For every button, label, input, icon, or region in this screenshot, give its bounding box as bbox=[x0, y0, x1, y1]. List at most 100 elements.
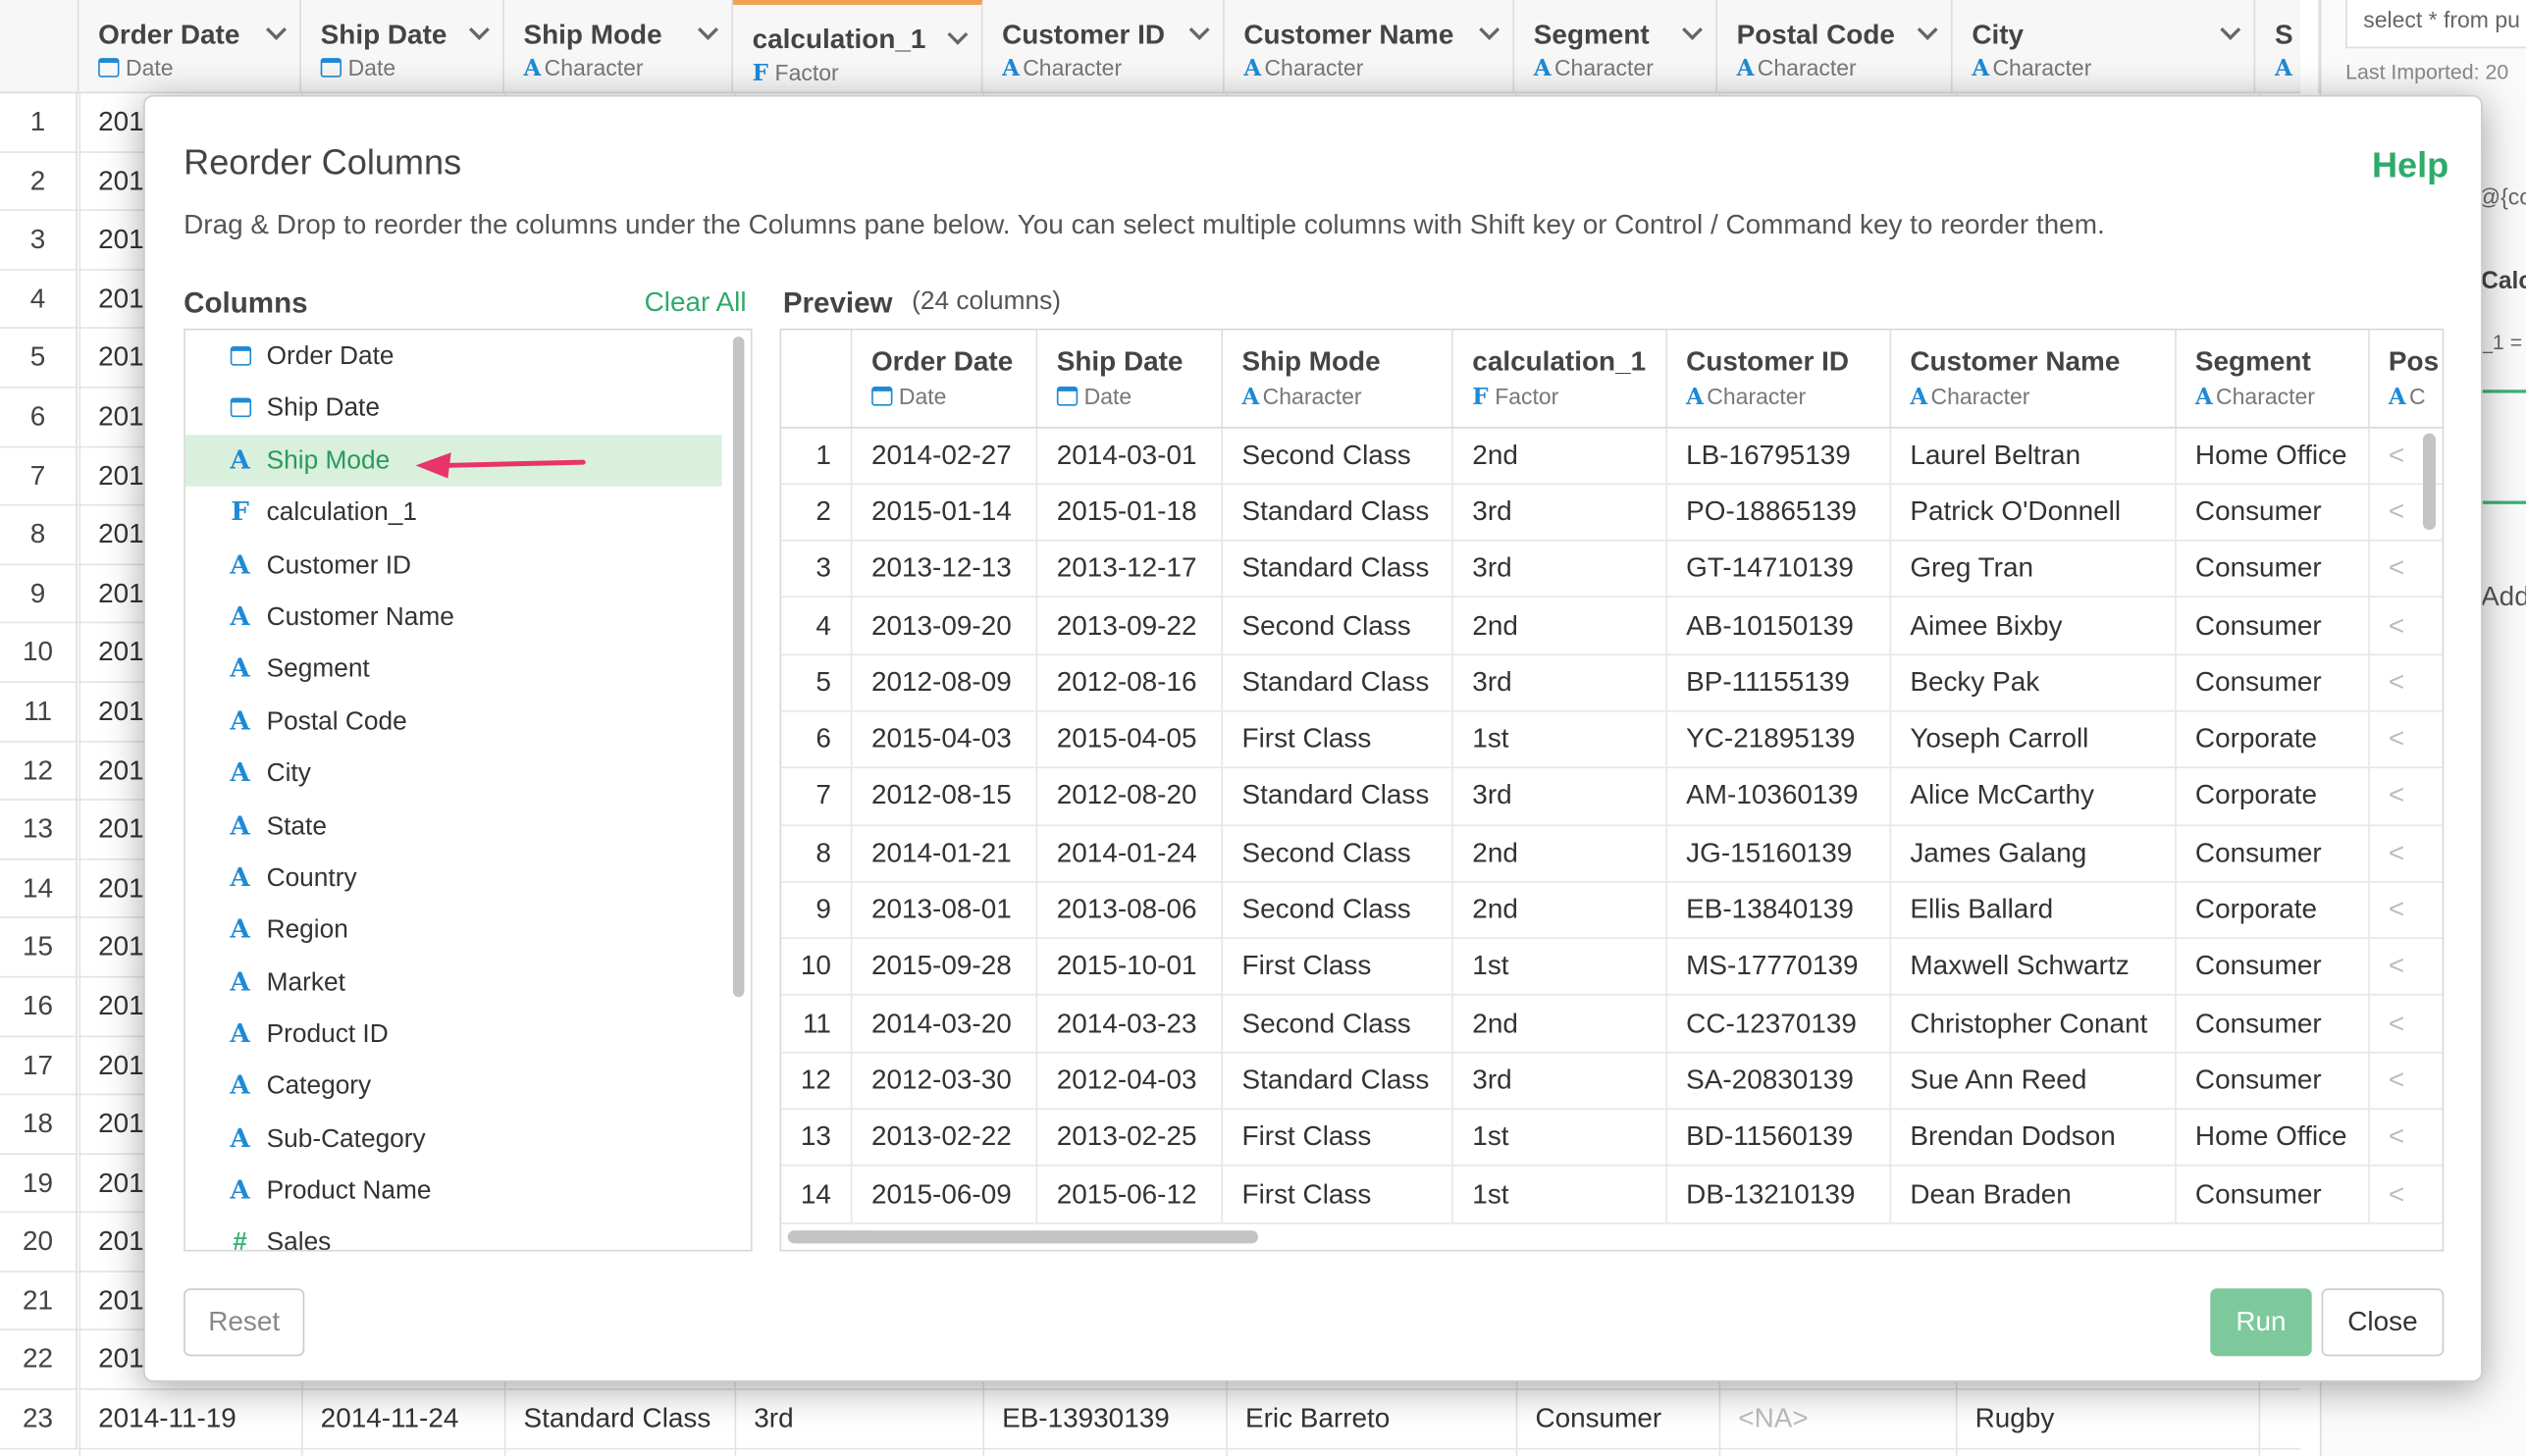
clear-all-button[interactable]: Clear All bbox=[645, 286, 747, 319]
sql-query-preview[interactable]: select * from pu bbox=[2345, 0, 2526, 49]
cell: Consumer bbox=[2175, 1166, 2370, 1224]
row-number: 4 bbox=[781, 597, 853, 655]
column-list-item[interactable]: A Customer ID bbox=[185, 539, 722, 591]
cell: Greg Tran bbox=[1889, 540, 2177, 598]
column-header[interactable]: Customer Name A Character bbox=[1225, 0, 1515, 94]
column-header[interactable]: Order Date Date bbox=[79, 0, 301, 94]
cell: 2013-09-22 bbox=[1036, 597, 1223, 655]
preview-row: 1 2014-02-27 2014-03-01 Second Class 2nd LB-1… bbox=[781, 427, 2443, 485]
cell: 2nd bbox=[1451, 427, 1667, 485]
column-list-item[interactable]: # Sales bbox=[185, 1217, 722, 1250]
cell: < bbox=[2368, 540, 2443, 598]
character-type-icon: A bbox=[1002, 56, 1020, 82]
row-number: 1 bbox=[781, 427, 853, 485]
run-button[interactable]: Run bbox=[2210, 1288, 2312, 1357]
cell: BD-11560139 bbox=[1665, 1109, 1891, 1168]
column-header[interactable]: Postal Code A Character bbox=[1717, 0, 1953, 94]
column-list-item[interactable]: A Sub-Category bbox=[185, 1113, 722, 1165]
column-list-item[interactable]: A Postal Code bbox=[185, 696, 722, 748]
cell: 2nd bbox=[1451, 824, 1667, 883]
cell: 3rd bbox=[1451, 483, 1667, 542]
column-list-item[interactable]: A City bbox=[185, 748, 722, 800]
cell: < bbox=[2368, 653, 2443, 712]
cell: 2015-09-28 bbox=[851, 938, 1038, 997]
cell: Patrick O'Donnell bbox=[1889, 483, 2177, 542]
column-header[interactable]: Segment A Character bbox=[1514, 0, 1717, 94]
cell: SA-20830139 bbox=[1665, 1052, 1891, 1111]
column-type: Date bbox=[320, 55, 503, 80]
help-link[interactable]: Help bbox=[2372, 145, 2448, 187]
column-list-item[interactable]: A Customer Name bbox=[185, 591, 722, 643]
column-header[interactable]: Customer ID A Character bbox=[982, 0, 1225, 94]
cell: Second Class bbox=[1222, 995, 1453, 1054]
row-number: 7 bbox=[781, 767, 853, 826]
cell: Ellis Ballard bbox=[1889, 881, 2177, 940]
column-type: A Character bbox=[1686, 384, 1869, 411]
column-list-item[interactable]: A Product ID bbox=[185, 1009, 722, 1061]
columns-pane-title: Columns bbox=[184, 286, 308, 320]
cell: 2013-02-25 bbox=[1036, 1109, 1223, 1168]
screen: Order Date Date Ship Date Date Ship Mode A Cha… bbox=[0, 0, 2526, 1456]
column-list-item[interactable]: A Market bbox=[185, 957, 722, 1009]
character-type-icon: A bbox=[1910, 385, 1928, 411]
calendar-icon bbox=[870, 386, 893, 406]
cell: 3rd bbox=[1451, 767, 1667, 826]
preview-row: 9 2013-08-01 2013-08-06 Second Class 2nd EB-1… bbox=[781, 881, 2443, 940]
character-type-icon: A bbox=[230, 965, 250, 997]
character-type-icon: A bbox=[230, 1017, 250, 1049]
add-step-label[interactable]: Add bbox=[2481, 582, 2526, 614]
column-list-item[interactable]: Order Date bbox=[185, 331, 722, 383]
preview-column-header: Segment A Character bbox=[2175, 330, 2370, 428]
row-number: 21 bbox=[0, 1272, 78, 1330]
column-list-label: Customer ID bbox=[266, 551, 412, 580]
column-header[interactable]: Ship Date Date bbox=[301, 0, 504, 94]
column-type-label: Character bbox=[1707, 383, 1807, 409]
preview-row: 7 2012-08-15 2012-08-20 Standard Class 3rd AM… bbox=[781, 767, 2443, 826]
cell: 201 bbox=[98, 459, 144, 491]
cell: 2012-08-20 bbox=[1036, 767, 1223, 826]
preview-horizontal-scrollbar[interactable] bbox=[787, 1230, 1259, 1244]
cell: 2nd bbox=[1451, 597, 1667, 655]
column-list-item[interactable]: A Region bbox=[185, 904, 722, 956]
column-type-label: Date bbox=[898, 383, 947, 409]
cell: EB-13840139 bbox=[1665, 881, 1891, 940]
preview-vertical-scrollbar[interactable] bbox=[2422, 433, 2437, 531]
cell: < bbox=[2368, 881, 2443, 940]
reset-button[interactable]: Reset bbox=[184, 1288, 305, 1357]
column-list-item[interactable]: A Segment bbox=[185, 644, 722, 696]
cell: 201 bbox=[98, 283, 144, 314]
column-type-label: Character bbox=[1992, 54, 2092, 81]
factor-type-icon: F bbox=[231, 495, 249, 528]
cell: First Class bbox=[1222, 1109, 1453, 1168]
cell: 201 bbox=[98, 1225, 144, 1257]
column-list-item[interactable]: A State bbox=[185, 800, 722, 852]
cell: 201 bbox=[98, 518, 144, 550]
cell: Brendan Dodson bbox=[1889, 1109, 2177, 1168]
column-list-item[interactable]: A Country bbox=[185, 852, 722, 904]
cell: AB-10150139 bbox=[1665, 597, 1891, 655]
cell: First Class bbox=[1222, 938, 1453, 997]
column-list-item[interactable]: A Product Name bbox=[185, 1165, 722, 1217]
columns-list-scrollbar[interactable] bbox=[732, 337, 745, 998]
cell: < bbox=[2368, 1052, 2443, 1111]
preview-row: 3 2013-12-13 2013-12-17 Standard Class 3rd GT… bbox=[781, 540, 2443, 598]
character-type-icon: A bbox=[230, 600, 250, 632]
column-header[interactable]: City A Character bbox=[1953, 0, 2256, 94]
column-header[interactable]: Ship Mode A Character bbox=[504, 0, 733, 94]
column-list-label: Sub-Category bbox=[266, 1125, 426, 1154]
column-type-label: Character bbox=[2216, 383, 2315, 409]
row-number: 20 bbox=[0, 1213, 78, 1272]
column-list-item[interactable]: F calculation_1 bbox=[185, 487, 722, 539]
column-list-item[interactable]: Ship Date bbox=[185, 383, 722, 435]
cell: 2012-04-03 bbox=[1036, 1052, 1223, 1111]
row-number: 23 bbox=[0, 1389, 78, 1448]
column-list-item[interactable]: A Category bbox=[185, 1061, 722, 1113]
cell: 201 bbox=[98, 106, 144, 137]
column-header[interactable]: SA bbox=[2255, 0, 2320, 94]
preview-table-container[interactable]: Order Date Date Ship Date Date Ship Mode A Cha… bbox=[779, 328, 2445, 1252]
calculation-heading: Calc bbox=[2481, 267, 2526, 295]
cell: Maxwell Schwartz bbox=[1889, 938, 2177, 997]
close-button[interactable]: Close bbox=[2321, 1288, 2445, 1357]
column-header[interactable]: calculation_1 F Factor bbox=[732, 0, 983, 94]
cell: 2015-01-18 bbox=[1036, 483, 1223, 542]
